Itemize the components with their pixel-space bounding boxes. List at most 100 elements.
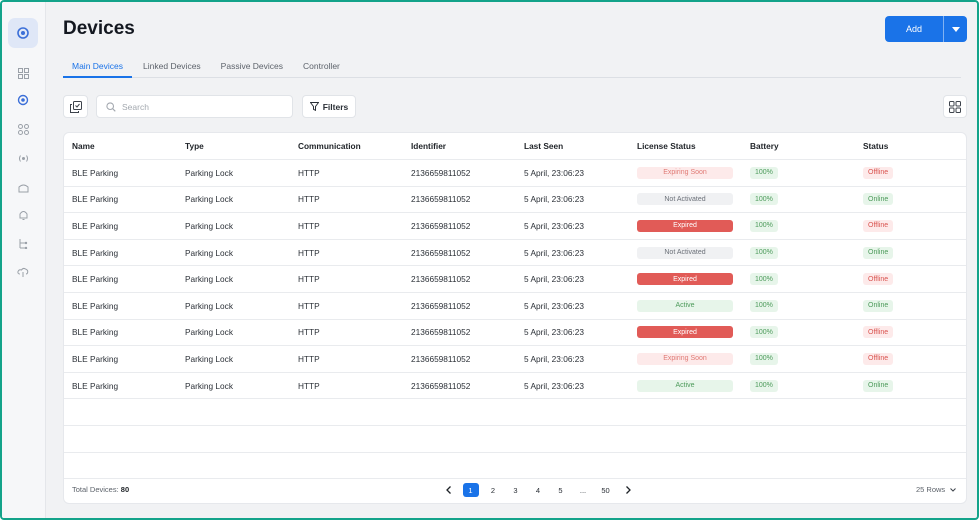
col-communication[interactable]: Communication (298, 133, 361, 159)
table-row[interactable]: BLE Parking Parking Lock HTTP 2136659811052… (64, 240, 966, 267)
license-badge: Not Activated (637, 246, 733, 259)
cell-license-status: Expired (637, 266, 733, 292)
page-button[interactable]: 3 (508, 483, 524, 497)
alarm-icon[interactable] (16, 180, 30, 194)
cell-last-seen: 5 April, 23:06:23 (524, 167, 584, 178)
devices-table: Name Type Communication Identifier Last … (63, 132, 967, 504)
add-button[interactable]: Add (885, 16, 967, 42)
logo-icon[interactable] (8, 18, 38, 48)
status-badge: Offline (863, 219, 894, 232)
chevron-down-icon (950, 487, 957, 492)
status-badge: Offline (863, 273, 894, 286)
page-button[interactable]: 50 (598, 483, 614, 497)
cell-identifier: 2136659811052 (411, 327, 471, 338)
total-devices-label: Total Devices: (72, 485, 119, 494)
devices-icon[interactable] (16, 93, 30, 107)
cell-communication: HTTP (298, 247, 320, 258)
table-row[interactable]: BLE Parking Parking Lock HTTP 2136659811052… (64, 213, 966, 240)
copy-icon[interactable] (63, 95, 88, 118)
tab-linked-devices[interactable]: Linked Devices (134, 56, 210, 78)
cell-type: Parking Lock (185, 167, 233, 178)
license-badge: Active (637, 299, 733, 312)
license-badge: Expired (637, 326, 733, 339)
bell-icon[interactable] (16, 208, 30, 222)
col-last-seen[interactable]: Last Seen (524, 133, 563, 159)
table-row[interactable]: BLE Parking Parking Lock HTTP 2136659811052… (64, 373, 966, 400)
cell-type: Parking Lock (185, 300, 233, 311)
search-field[interactable] (96, 95, 293, 118)
cell-type: Parking Lock (185, 247, 233, 258)
table-row[interactable]: BLE Parking Parking Lock HTTP 2136659811052… (64, 346, 966, 373)
cell-last-seen: 5 April, 23:06:23 (524, 220, 584, 231)
status-badge: Offline (863, 166, 894, 179)
grid-view-icon[interactable] (943, 95, 967, 118)
table-row[interactable]: BLE Parking Parking Lock HTTP 2136659811052… (64, 160, 966, 187)
cell-battery: 100% (750, 213, 778, 239)
broadcast-icon[interactable] (16, 151, 30, 165)
prev-page-icon[interactable] (440, 483, 456, 497)
table-row[interactable]: BLE Parking Parking Lock HTTP 2136659811052… (64, 320, 966, 347)
cell-name: BLE Parking (72, 167, 119, 178)
tab-controller[interactable]: Controller (294, 56, 349, 78)
battery-badge: 100% (750, 219, 778, 232)
tab-main-devices[interactable]: Main Devices (63, 56, 133, 78)
cell-license-status: Active (637, 293, 733, 319)
cell-name: BLE Parking (72, 274, 119, 285)
groups-icon[interactable] (16, 122, 30, 136)
next-page-icon[interactable] (620, 483, 636, 497)
cloud-icon[interactable] (16, 265, 30, 279)
table-row[interactable]: BLE Parking Parking Lock HTTP 2136659811052… (64, 293, 966, 320)
cell-communication: HTTP (298, 274, 320, 285)
col-status[interactable]: Status (863, 133, 888, 159)
tab-bar: Main Devices Linked Devices Passive Devi… (63, 56, 961, 78)
page-button[interactable]: 2 (485, 483, 501, 497)
search-icon (106, 101, 116, 112)
cell-license-status: Expired (637, 320, 733, 346)
cell-type: Parking Lock (185, 274, 233, 285)
filters-label: Filters (322, 101, 349, 112)
filters-button[interactable]: Filters (302, 95, 356, 118)
table-row[interactable]: BLE Parking Parking Lock HTTP 2136659811052… (64, 187, 966, 214)
table-body: BLE Parking Parking Lock HTTP 2136659811052… (64, 160, 966, 400)
status-badge: Online (863, 299, 894, 312)
table-row[interactable]: BLE Parking Parking Lock HTTP 2136659811052… (64, 266, 966, 293)
cell-status: Offline (863, 346, 894, 372)
table-header: Name Type Communication Identifier Last … (64, 133, 966, 160)
cell-status: Online (863, 373, 894, 399)
page-button[interactable]: 1 (462, 483, 479, 497)
cell-name: BLE Parking (72, 220, 119, 231)
col-battery[interactable]: Battery (750, 133, 779, 159)
page-ellipsis: ... (579, 485, 587, 495)
cell-license-status: Expiring Soon (637, 346, 733, 372)
cell-communication: HTTP (298, 220, 320, 231)
add-dropdown-icon[interactable] (944, 26, 967, 32)
col-identifier[interactable]: Identifier (411, 133, 446, 159)
cell-last-seen: 5 April, 23:06:23 (524, 380, 584, 391)
cell-identifier: 2136659811052 (411, 300, 471, 311)
col-name[interactable]: Name (72, 133, 95, 159)
license-badge: Expired (637, 219, 733, 232)
cell-last-seen: 5 April, 23:06:23 (524, 194, 584, 205)
cell-type: Parking Lock (185, 327, 233, 338)
dashboard-icon[interactable] (16, 66, 30, 80)
col-license-status[interactable]: License Status (637, 133, 696, 159)
cell-communication: HTTP (298, 353, 320, 364)
page-button[interactable]: 5 (553, 483, 569, 497)
hierarchy-icon[interactable] (16, 236, 30, 250)
rows-per-page-label: 25 Rows (916, 485, 946, 494)
search-input[interactable] (122, 101, 282, 112)
cell-communication: HTTP (298, 167, 320, 178)
cell-license-status: Expiring Soon (637, 160, 733, 186)
page-button[interactable]: 4 (530, 483, 546, 497)
col-type[interactable]: Type (185, 133, 204, 159)
cell-name: BLE Parking (72, 327, 119, 338)
tab-passive-devices[interactable]: Passive Devices (212, 56, 292, 78)
cell-license-status: Active (637, 373, 733, 399)
rows-per-page-select[interactable]: 25 Rows (916, 485, 957, 494)
cell-battery: 100% (750, 187, 778, 213)
cell-type: Parking Lock (185, 220, 233, 231)
cell-identifier: 2136659811052 (411, 220, 471, 231)
table-footer: Total Devices: 80 1 2 3 4 5... 50 25 Rows (64, 477, 966, 503)
status-badge: Offline (863, 352, 894, 365)
cell-status: Online (863, 293, 894, 319)
